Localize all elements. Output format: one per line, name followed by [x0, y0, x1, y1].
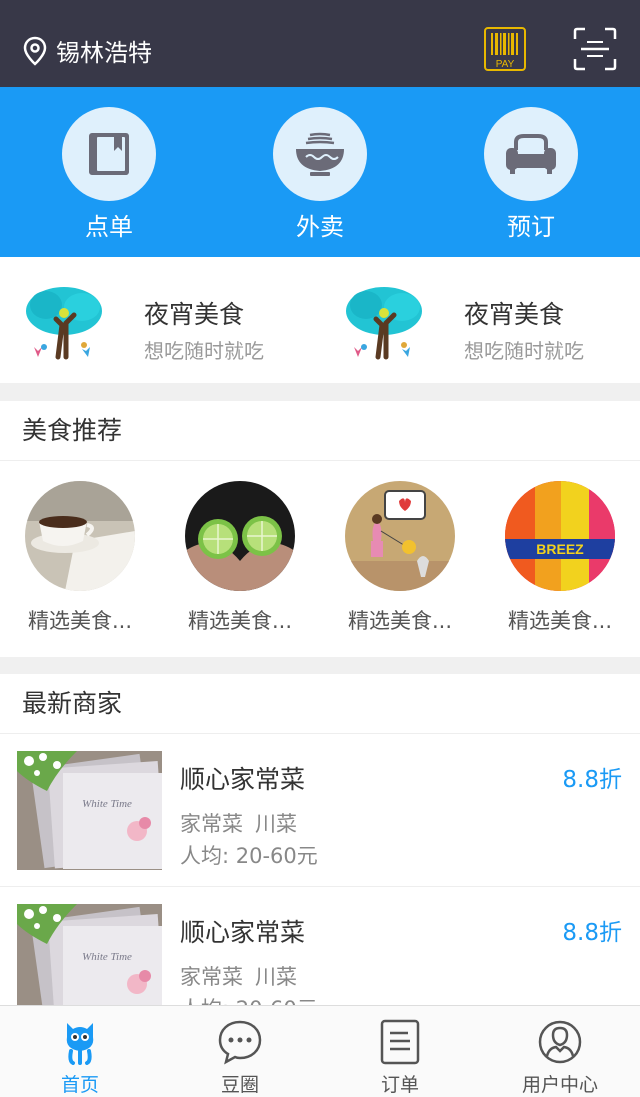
merchant-tag: 家常菜 [180, 965, 243, 989]
menu-book-icon [62, 107, 156, 201]
merchant-discount: 8.8折 [562, 920, 622, 946]
recommend-image [25, 481, 135, 591]
section-title: 美食推荐 [0, 401, 640, 461]
quick-nav-label: 外卖 [296, 213, 344, 241]
location-label: 锡林浩特 [56, 39, 152, 67]
merchant-section: 最新商家 White Time 顺心家常菜 8.8折 家常菜 川菜 人均: 20… [0, 674, 640, 1005]
recommend-section: 美食推荐 精选美食... 精选美食... 精选美食... BREEZ 精选美食.… [0, 401, 640, 657]
promo-title: 夜宵美食 [144, 300, 245, 329]
recommend-list: 精选美食... 精选美食... 精选美食... BREEZ 精选美食... [0, 461, 640, 657]
chat-bubble-icon [218, 1020, 262, 1065]
recommend-image [345, 481, 455, 591]
merchant-image: White Time [17, 751, 162, 870]
recommend-label: 精选美食... [507, 609, 613, 633]
svg-text:White Time: White Time [82, 951, 132, 963]
merchant-tags: 家常菜 川菜 [180, 808, 297, 838]
barcode-pay-icon[interactable]: PAY [484, 27, 526, 71]
recommend-label: 精选美食... [347, 609, 453, 633]
promo-row: 夜宵美食 想吃随时就吃 夜宵美食 想吃随时就吃 [0, 257, 640, 383]
user-profile-icon [538, 1020, 582, 1064]
merchant-name: 顺心家常菜 [180, 765, 306, 794]
merchant-tag: 川菜 [255, 965, 297, 989]
recommend-item[interactable]: 精选美食... [170, 481, 310, 635]
merchant-name: 顺心家常菜 [180, 918, 306, 947]
quick-nav-label: 点单 [85, 213, 133, 241]
location-pin-icon [23, 36, 47, 66]
tab-home[interactable]: 首页 [0, 1018, 160, 1097]
quick-nav-reserve[interactable]: 预订 [476, 107, 586, 242]
merchant-item[interactable]: White Time 顺心家常菜 8.8折 家常菜川菜 人均: 20-60元 [0, 887, 640, 1005]
tab-label: 订单 [380, 1074, 419, 1096]
quick-nav-takeout[interactable]: 外卖 [265, 107, 375, 242]
merchant-tag: 家常菜 [180, 812, 243, 836]
recommend-label: 精选美食... [187, 609, 293, 633]
recommend-image: BREEZ [505, 481, 615, 591]
promo-subtitle: 想吃随时就吃 [144, 339, 264, 363]
tab-user-center[interactable]: 用户中心 [480, 1018, 640, 1097]
recommend-item[interactable]: BREEZ 精选美食... [490, 481, 630, 635]
promo-card[interactable]: 夜宵美食 想吃随时就吃 [344, 285, 640, 365]
promo-card[interactable]: 夜宵美食 想吃随时就吃 [24, 285, 324, 365]
tab-label: 首页 [60, 1074, 99, 1096]
tree-illustration-icon [346, 287, 422, 360]
noodle-bowl-icon [273, 107, 367, 201]
tab-circle[interactable]: 豆圈 [160, 1018, 320, 1097]
recommend-label: 精选美食... [27, 609, 133, 633]
sofa-icon [484, 107, 578, 201]
recommend-image [185, 481, 295, 591]
merchant-price: 人均: 20-60元 [180, 844, 318, 868]
tab-label: 豆圈 [220, 1074, 259, 1096]
merchant-item[interactable]: White Time 顺心家常菜 8.8折 家常菜川菜 人均: 20-60元 [0, 734, 640, 887]
merchant-discount: 8.8折 [562, 767, 622, 793]
quick-nav-label: 预订 [507, 213, 555, 241]
scan-icon[interactable] [573, 27, 617, 71]
svg-text:BREEZ: BREEZ [536, 541, 584, 557]
pay-text: PAY [496, 59, 515, 70]
merchant-image: White Time [17, 904, 162, 1005]
bottom-tab-bar: 首页 豆圈 订单 用户中心 [0, 1005, 640, 1097]
quick-nav-order[interactable]: 点单 [54, 107, 164, 242]
tab-orders[interactable]: 订单 [320, 1018, 480, 1097]
tab-label: 用户中心 [521, 1074, 598, 1096]
section-title: 最新商家 [0, 674, 640, 734]
merchant-tag: 川菜 [255, 812, 297, 836]
promo-subtitle: 想吃随时就吃 [464, 339, 584, 363]
tree-illustration-icon [26, 287, 102, 360]
merchant-tags: 家常菜 川菜 [180, 961, 297, 991]
order-list-icon [380, 1019, 420, 1065]
location-selector[interactable]: 锡林浩特 [22, 33, 152, 68]
home-mascot-icon [66, 1023, 94, 1065]
recommend-item[interactable]: 精选美食... [10, 481, 150, 635]
merchant-price: 人均: 20-60元 [180, 993, 318, 1005]
promo-title: 夜宵美食 [464, 300, 565, 329]
recommend-item[interactable]: 精选美食... [330, 481, 470, 635]
quick-nav: 点单 外卖 预订 [0, 87, 640, 257]
top-bar: 锡林浩特 PAY [0, 0, 640, 87]
svg-text:White Time: White Time [82, 798, 132, 810]
